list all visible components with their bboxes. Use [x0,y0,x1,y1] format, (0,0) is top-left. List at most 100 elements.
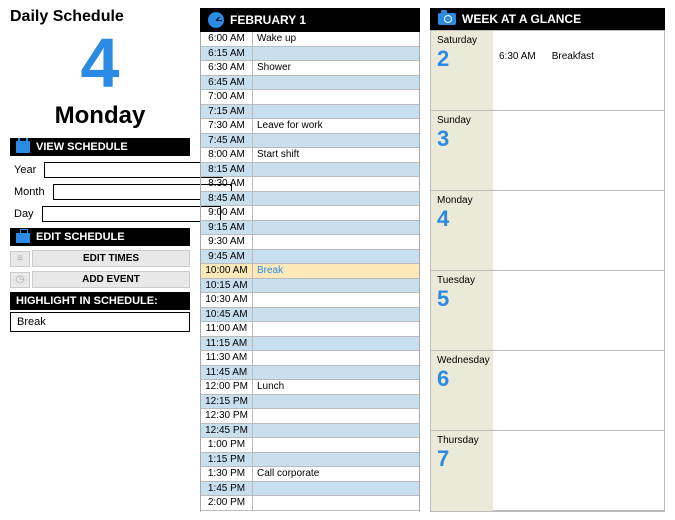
schedule-time: 8:00 AM [201,148,253,162]
week-day-number: 5 [437,286,487,312]
schedule-event [253,47,419,61]
week-header-label: WEEK AT A GLANCE [462,12,581,26]
schedule-row[interactable]: 6:00 AMWake up [201,32,419,47]
schedule-row[interactable]: 10:45 AM [201,308,419,323]
schedule-event [253,395,419,409]
schedule-time: 10:45 AM [201,308,253,322]
week-day-cell[interactable]: Sunday3 [431,111,493,191]
schedule-row[interactable]: 9:30 AM [201,235,419,250]
week-day-number: 3 [437,126,487,152]
week-event-cell [493,191,664,271]
schedule-row[interactable]: 7:15 AM [201,105,419,120]
schedule-event [253,235,419,249]
view-schedule-header: VIEW SCHEDULE [10,138,190,156]
left-panel: Daily Schedule 4 Monday VIEW SCHEDULE Ye… [10,8,190,512]
schedule-time: 11:15 AM [201,337,253,351]
schedule-row[interactable]: 7:00 AM [201,90,419,105]
week-day-cell[interactable]: Monday4 [431,191,493,271]
schedule-row[interactable]: 8:30 AM [201,177,419,192]
schedule-event [253,337,419,351]
edit-schedule-label: EDIT SCHEDULE [36,231,125,243]
schedule-row[interactable]: 12:00 PMLunch [201,380,419,395]
schedule-event [253,322,419,336]
schedule-time: 11:00 AM [201,322,253,336]
schedule-row[interactable]: 6:30 AMShower [201,61,419,76]
schedule-time: 11:45 AM [201,366,253,380]
schedule-row[interactable]: 8:15 AM [201,163,419,178]
schedule-row[interactable]: 1:15 PM [201,453,419,468]
schedule-event [253,366,419,380]
schedule-list: 6:00 AMWake up6:15 AM6:30 AMShower6:45 A… [200,32,420,512]
schedule-time: 10:30 AM [201,293,253,307]
schedule-row[interactable]: 10:30 AM [201,293,419,308]
schedule-event: Lunch [253,380,419,394]
schedule-time: 9:30 AM [201,235,253,249]
week-event-cell [493,351,664,431]
day-label: Day [14,208,34,220]
schedule-time: 1:15 PM [201,453,253,467]
schedule-row[interactable]: 9:00 AM [201,206,419,221]
schedule-row[interactable]: 12:15 PM [201,395,419,410]
week-day-name: Monday [437,195,487,206]
year-input[interactable] [44,162,223,178]
schedule-time: 11:30 AM [201,351,253,365]
schedule-event [253,438,419,452]
add-event-button[interactable]: ADD EVENT [32,271,190,288]
schedule-row[interactable]: 11:00 AM [201,322,419,337]
schedule-time: 12:45 PM [201,424,253,438]
schedule-row[interactable]: 11:45 AM [201,366,419,381]
clock-icon [208,12,224,28]
schedule-event [253,453,419,467]
schedule-event [253,351,419,365]
week-event-time: 6:30 AM [499,51,536,62]
schedule-row[interactable]: 6:15 AM [201,47,419,62]
week-day-name: Sunday [437,115,487,126]
edit-times-button[interactable]: EDIT TIMES [32,250,190,267]
schedule-time: 10:00 AM [201,264,253,278]
calendar-icon [16,141,30,153]
highlight-value[interactable]: Break [10,312,190,332]
schedule-row[interactable]: 10:15 AM [201,279,419,294]
schedule-panel: FEBRUARY 1 6:00 AMWake up6:15 AM6:30 AMS… [200,8,420,512]
schedule-row[interactable]: 1:00 PM [201,438,419,453]
schedule-time: 6:00 AM [201,32,253,46]
schedule-event: Leave for work [253,119,419,133]
schedule-row[interactable]: 10:00 AMBreak [201,264,419,279]
week-day-cell[interactable]: Tuesday5 [431,271,493,351]
schedule-row[interactable]: 7:45 AM [201,134,419,149]
week-day-cell[interactable]: Thursday7 [431,431,493,511]
schedule-row[interactable]: 11:30 AM [201,351,419,366]
week-day-cell[interactable]: Saturday2 [431,31,493,111]
schedule-row[interactable]: 11:15 AM [201,337,419,352]
schedule-event [253,134,419,148]
schedule-date: FEBRUARY 1 [230,13,306,27]
year-label: Year [14,164,36,176]
week-day-cell[interactable]: Wednesday6 [431,351,493,431]
schedule-event: Shower [253,61,419,75]
week-event-cell [493,271,664,351]
week-event-cell: 6:30 AMBreakfast [493,31,664,111]
schedule-row[interactable]: 1:30 PMCall corporate [201,467,419,482]
schedule-row[interactable]: 12:45 PM [201,424,419,439]
month-label: Month [14,186,45,198]
schedule-row[interactable]: 8:00 AMStart shift [201,148,419,163]
schedule-event: Call corporate [253,467,419,481]
schedule-event [253,163,419,177]
schedule-row[interactable]: 1:45 PM [201,482,419,497]
schedule-row[interactable]: 12:30 PM [201,409,419,424]
schedule-row[interactable]: 6:45 AM [201,76,419,91]
schedule-time: 7:15 AM [201,105,253,119]
schedule-time: 12:30 PM [201,409,253,423]
day-input[interactable] [42,206,221,222]
schedule-time: 8:15 AM [201,163,253,177]
week-day-number: 2 [437,46,487,72]
schedule-time: 8:30 AM [201,177,253,191]
schedule-row[interactable]: 8:45 AM [201,192,419,207]
schedule-row[interactable]: 9:45 AM [201,250,419,265]
schedule-row[interactable]: 7:30 AMLeave for work [201,119,419,134]
schedule-row[interactable]: 9:15 AM [201,221,419,236]
schedule-row[interactable]: 2:00 PM [201,496,419,511]
schedule-time: 6:15 AM [201,47,253,61]
schedule-time: 6:30 AM [201,61,253,75]
schedule-event [253,76,419,90]
